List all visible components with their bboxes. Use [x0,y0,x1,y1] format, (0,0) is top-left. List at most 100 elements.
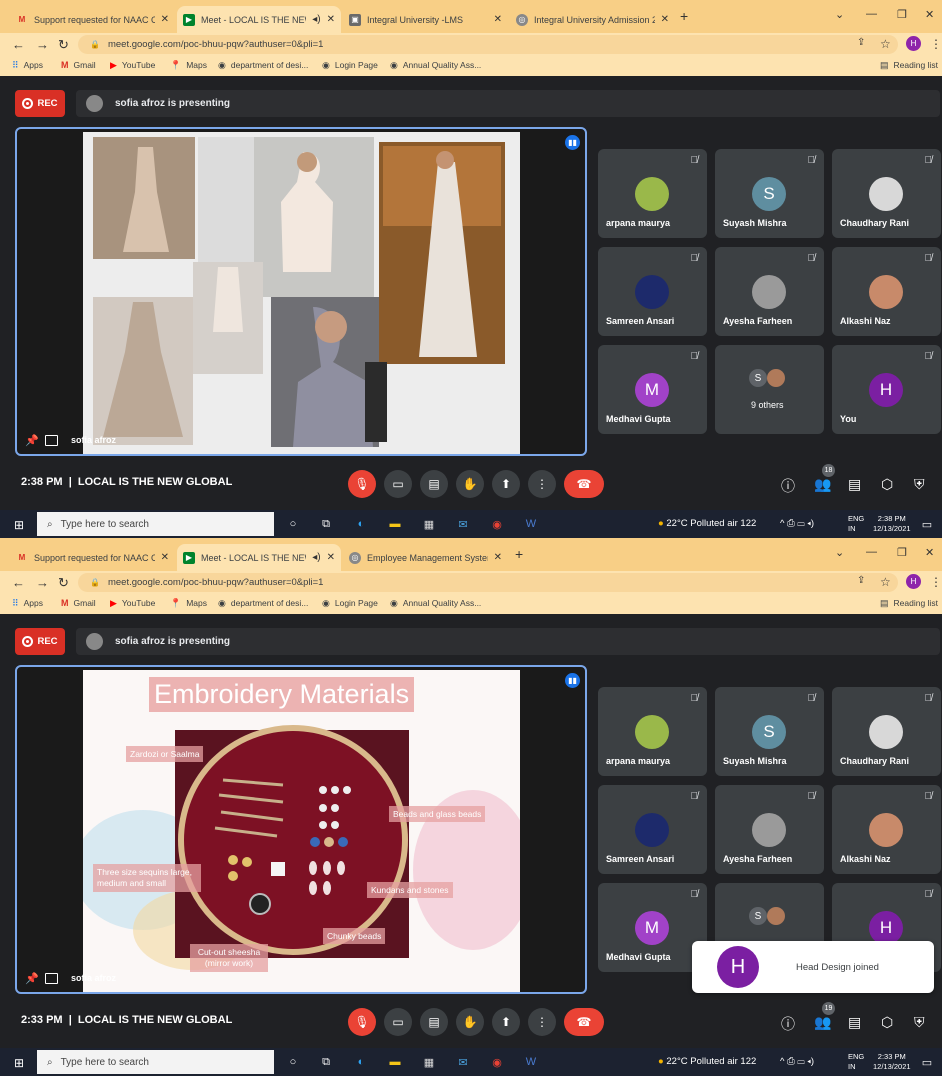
pin-icon[interactable]: 📌 [25,434,39,447]
pin-icon[interactable]: 📌 [25,972,39,985]
host-controls-icon[interactable]: ⛨ [914,476,925,493]
tab-admission[interactable]: ◎ Integral University Admission 20 ✕ [510,6,675,33]
file-explorer-icon[interactable]: ▬ [386,1053,404,1071]
url-field[interactable]: 🔒 meet.google.com/poc-bhuu-pqw?authuser=0… [78,573,898,592]
profile-avatar[interactable]: H [906,36,921,51]
participant-tile[interactable]: 🎙̸ Chaudhary Rani [832,687,941,776]
mic-toggle-button[interactable]: 🎙 [348,470,376,498]
star-icon[interactable]: ☆ [880,575,891,589]
tab-gmail[interactable]: M Support requested for NAAC Cri ✕ [10,6,175,33]
restore-button[interactable]: ❐ [897,8,907,21]
chrome-icon[interactable]: ◉ [488,1053,506,1071]
participant-tile[interactable]: 🎙̸ Alkashi Naz [832,247,941,336]
close-icon[interactable]: ✕ [161,14,169,25]
minimize-button[interactable]: — [866,546,877,558]
close-window-button[interactable]: ✕ [925,8,934,21]
minimize-button[interactable]: — [866,8,877,20]
participant-tile[interactable]: 🎙̸ M Medhavi Gupta [598,883,707,972]
camera-toggle-button[interactable]: ▭ [384,1008,412,1036]
share-icon[interactable]: ⇪ [857,37,865,48]
mail-icon[interactable]: ✉ [454,515,472,533]
close-icon[interactable]: ✕ [161,552,169,563]
url-field[interactable]: 🔒 meet.google.com/poc-bhuu-pqw?authuser=0… [78,35,898,54]
participant-tile[interactable]: 🎙̸ Alkashi Naz [832,785,941,874]
close-icon[interactable]: ✕ [494,14,502,25]
raise-hand-button[interactable]: ✋ [456,470,484,498]
more-options-button[interactable]: ⋮ [528,1008,556,1036]
taskbar-search[interactable]: ⌕ Type here to search [37,1050,274,1074]
bookmark-apps[interactable]: ⠿ Apps [12,598,43,609]
close-icon[interactable]: ✕ [327,552,335,563]
participant-tile[interactable]: 🎙̸ Ayesha Farheen [715,785,824,874]
bookmark-aqar[interactable]: ◉ Annual Quality Ass... [390,60,481,71]
tab-gmail[interactable]: M Support requested for NAAC Cri ✕ [10,544,175,571]
forward-icon[interactable]: → [36,37,49,52]
others-tile[interactable]: S 9 others [715,345,824,434]
back-icon[interactable]: ← [12,37,25,52]
chrome-icon[interactable]: ◉ [488,515,506,533]
participant-tile[interactable]: 🎙̸ S Suyash Mishra [715,149,824,238]
system-tray-icons[interactable]: ^ ⎙ ▭ ◂) [780,1056,814,1067]
edge-icon[interactable]: ◐ [352,1053,370,1071]
participant-tile[interactable]: 🎙̸ Samreen Ansari [598,785,707,874]
leave-call-button[interactable]: ☎ [564,470,604,498]
bookmark-youtube[interactable]: ▶ YouTube [110,598,155,609]
info-icon[interactable]: ⓘ [781,1014,795,1034]
present-button[interactable]: ⬆ [492,1008,520,1036]
reload-icon[interactable]: ↻ [58,37,69,53]
new-tab-button[interactable]: + [515,546,523,562]
mail-icon[interactable]: ✉ [454,1053,472,1071]
close-icon[interactable]: ✕ [494,552,502,563]
bookmark-youtube[interactable]: ▶ YouTube [110,60,155,71]
bookmark-gmail[interactable]: M Gmail [61,598,96,608]
participant-tile[interactable]: 🎙̸ M Medhavi Gupta [598,345,707,434]
host-controls-icon[interactable]: ⛨ [914,1014,925,1031]
store-icon[interactable]: ▦ [420,515,438,533]
participant-tile[interactable]: 🎙̸ S Suyash Mishra [715,687,824,776]
windows-start-icon[interactable]: ⊞ [14,1056,24,1070]
bookmark-gmail[interactable]: M Gmail [61,60,96,70]
windows-start-icon[interactable]: ⊞ [14,518,24,532]
task-view-icon[interactable]: ⧉ [317,1053,335,1071]
notification-icon[interactable]: ▭ [918,1053,936,1071]
activities-icon[interactable]: ⬡ [881,1014,893,1031]
language-indicator[interactable]: ENG IN [848,514,864,534]
captions-button[interactable]: ▤ [420,1008,448,1036]
bookmark-aqar[interactable]: ◉ Annual Quality Ass... [390,598,481,609]
people-icon[interactable]: 👥 [814,1014,831,1031]
file-explorer-icon[interactable]: ▬ [386,515,404,533]
people-icon[interactable]: 👥 [814,476,831,493]
taskbar-clock[interactable]: 2:33 PM 12/13/2021 [873,1052,911,1072]
taskbar-search[interactable]: ⌕ Type here to search [37,512,274,536]
participant-tile[interactable]: 🎙̸ Chaudhary Rani [832,149,941,238]
notification-icon[interactable]: ▭ [918,515,936,533]
language-indicator[interactable]: ENG IN [848,1052,864,1072]
word-icon[interactable]: W [522,515,540,533]
present-button[interactable]: ⬆ [492,470,520,498]
back-icon[interactable]: ← [12,575,25,590]
camera-toggle-button[interactable]: ▭ [384,470,412,498]
taskbar-clock[interactable]: 2:38 PM 12/13/2021 [873,514,911,534]
cortana-icon[interactable]: ○ [284,515,302,533]
leave-call-button[interactable]: ☎ [564,1008,604,1036]
chat-icon[interactable]: ▤ [848,476,861,493]
captions-button[interactable]: ▤ [420,470,448,498]
close-icon[interactable]: ✕ [661,14,669,25]
new-tab-button[interactable]: + [680,8,688,24]
star-icon[interactable]: ☆ [880,37,891,51]
reading-list[interactable]: ▤ Reading list [880,60,938,71]
participant-tile[interactable]: 🎙̸ Ayesha Farheen [715,247,824,336]
edge-icon[interactable]: ◐ [352,515,370,533]
menu-icon[interactable]: ⋮ [930,575,942,589]
raise-hand-button[interactable]: ✋ [456,1008,484,1036]
cortana-icon[interactable]: ○ [284,1053,302,1071]
bookmark-department[interactable]: ◉ department of desi... [218,598,308,609]
task-view-icon[interactable]: ⧉ [317,515,335,533]
tab-search-icon[interactable]: ⌄ [835,546,844,559]
system-tray-icons[interactable]: ^ ⎙ ▭ ◂) [780,518,814,529]
participant-tile[interactable]: 🎙̸ Samreen Ansari [598,247,707,336]
more-options-button[interactable]: ⋮ [528,470,556,498]
chat-icon[interactable]: ▤ [848,1014,861,1031]
close-window-button[interactable]: ✕ [925,546,934,559]
tab-employee[interactable]: ◎ Employee Management System ✕ [343,544,508,571]
